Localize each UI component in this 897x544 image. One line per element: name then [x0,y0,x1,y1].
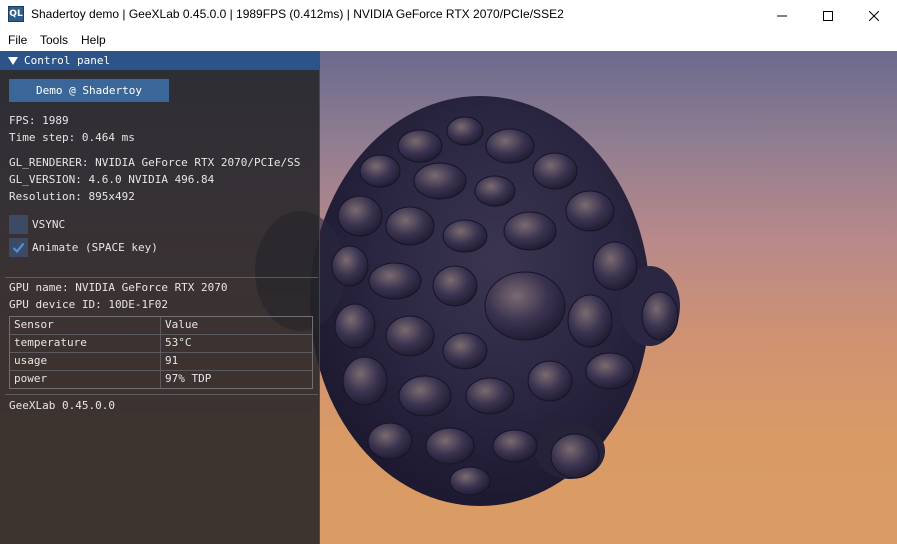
separator [5,394,318,395]
app-window: QL Shadertoy demo | GeeXLab 0.45.0.0 | 1… [0,0,897,544]
close-icon [869,10,879,21]
close-button[interactable] [851,0,897,31]
sensor-name-cell: temperature [14,336,87,349]
minimize-icon [777,15,787,16]
animate-label: Animate (SPACE key) [32,241,158,254]
check-mark-icon [12,242,25,254]
sensor-table: Sensor Value temperature 53°C usage 91 p… [9,316,313,389]
gpu-name-text: GPU name: NVIDIA GeForce RTX 2070 [9,281,228,294]
gl-version-text: GL_VERSION: 4.6.0 NVIDIA 496.84 [9,173,215,186]
sensor-name-cell: usage [14,354,48,367]
sensor-value-cell: 53°C [165,336,192,349]
sensor-value-cell: 91 [165,354,179,367]
geexlab-app-icon: QL [8,6,24,22]
menu-file[interactable]: File [8,33,27,47]
demo-shadertoy-button[interactable]: Demo @ Shadertoy [9,79,169,102]
maximize-button[interactable] [805,0,851,31]
column-header-value: Value [165,318,199,331]
minimize-button[interactable] [759,0,805,31]
table-row: temperature 53°C [10,334,312,352]
collapse-arrow-icon[interactable] [8,56,18,65]
menu-help[interactable]: Help [81,33,106,47]
table-row: power 97% TDP [10,370,312,388]
sensor-name-cell: power [14,372,48,385]
separator [5,277,318,278]
maximize-icon [823,10,833,21]
window-title: Shadertoy demo | GeeXLab 0.45.0.0 | 1989… [31,7,564,21]
table-header-row: Sensor Value [10,317,312,334]
vsync-checkbox[interactable] [9,215,28,234]
control-panel: Control panel Demo @ Shadertoy FPS: 1989… [0,51,320,544]
menu-tools[interactable]: Tools [40,33,68,47]
control-panel-title: Control panel [24,54,111,67]
gl-renderer-text: GL_RENDERER: NVIDIA GeForce RTX 2070/PCI… [9,156,301,169]
title-bar[interactable]: QL Shadertoy demo | GeeXLab 0.45.0.0 | 1… [0,0,897,31]
fps-text: FPS: 1989 [9,114,69,127]
geexlab-version-text: GeeXLab 0.45.0.0 [9,399,115,412]
column-header-sensor: Sensor [14,318,54,331]
table-row: usage 91 [10,352,312,370]
time-step-text: Time step: 0.464 ms [9,131,135,144]
animate-checkbox[interactable] [9,238,28,257]
sensor-value-cell: 97% TDP [165,372,212,385]
resolution-text: Resolution: 895x492 [9,190,135,203]
menu-bar: File Tools Help [0,31,897,51]
vsync-label: VSYNC [32,218,66,231]
gpu-device-id-text: GPU device ID: 10DE-1F02 [9,298,168,311]
control-panel-header[interactable]: Control panel [0,51,320,70]
